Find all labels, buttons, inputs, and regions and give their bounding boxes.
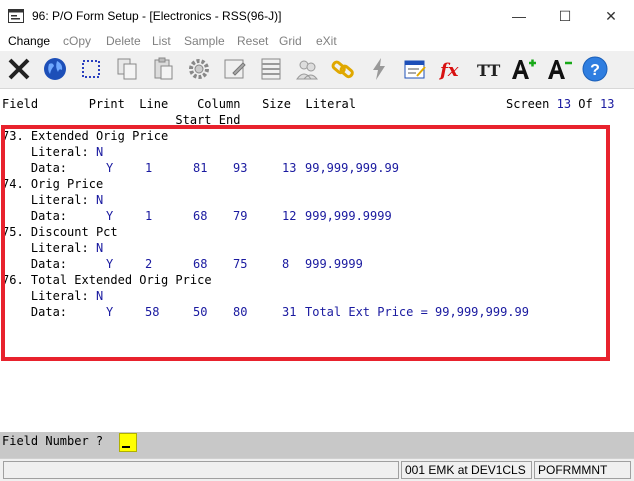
link-chain-icon (331, 60, 354, 79)
decrease-font-button[interactable] (543, 53, 575, 85)
window-title: 96: P/O Form Setup - [Electronics - RSS(… (32, 9, 282, 23)
function-button[interactable]: fx (435, 53, 467, 85)
font-size-icon: TT (477, 61, 500, 80)
globe-button[interactable] (39, 53, 71, 85)
prompt-label: Field Number ? (2, 434, 104, 448)
terminal-screen: Field Print Line Column Size Literal Scr… (0, 90, 634, 432)
link-button[interactable] (327, 53, 359, 85)
font-size-button[interactable]: TT (471, 53, 503, 85)
users-button[interactable] (291, 53, 323, 85)
menu-bar: Change cOpy Delete List Sample Reset Gri… (0, 32, 634, 51)
menu-exit[interactable]: eXit (316, 34, 337, 48)
menu-delete[interactable]: Delete (106, 34, 141, 48)
decrease-font-icon (548, 60, 572, 79)
toolbar: fx TT ? (0, 51, 634, 89)
function-fx-icon: fx (438, 60, 459, 81)
app-icon (8, 9, 24, 23)
close-x-icon (8, 58, 30, 80)
title-bar: 96: P/O Form Setup - [Electronics - RSS(… (0, 0, 634, 32)
increase-font-button[interactable] (507, 53, 539, 85)
status-user: 001 EMK at DEV1CLS (401, 461, 532, 479)
select-button[interactable] (75, 53, 107, 85)
minimize-button[interactable]: — (496, 0, 542, 32)
menu-sample[interactable]: Sample (184, 34, 225, 48)
close-x-button[interactable] (3, 53, 35, 85)
edit-form-icon (224, 59, 246, 79)
status-program: POFRMMNT (534, 461, 631, 479)
copy-docs-icon (117, 58, 137, 80)
svg-text:fx: fx (438, 60, 459, 81)
copy-button[interactable] (111, 53, 143, 85)
screen-total: 13 (599, 97, 615, 111)
svg-text:TT: TT (477, 61, 500, 80)
window-edit-icon (404, 60, 426, 79)
status-message (3, 461, 399, 479)
help-icon: ? (582, 56, 608, 82)
users-icon (296, 60, 319, 80)
globe-icon (44, 58, 66, 80)
screen-indicator: Screen 13 Of 13 (506, 97, 615, 111)
header-columns: Field Print Line Column Size Literal (2, 97, 357, 111)
list-grid-icon (261, 58, 281, 80)
list-grid-button[interactable] (255, 53, 287, 85)
prompt-bar: Field Number ? (0, 432, 634, 458)
text-cursor (122, 446, 130, 448)
settings-button[interactable] (183, 53, 215, 85)
window-edit-button[interactable] (399, 53, 431, 85)
menu-copy[interactable]: cOpy (63, 34, 91, 48)
settings-gear-icon (189, 59, 209, 79)
lightning-button[interactable] (363, 53, 395, 85)
select-dotted-icon (82, 60, 100, 78)
menu-grid[interactable]: Grid (279, 34, 302, 48)
field-number-input[interactable] (119, 433, 137, 452)
menu-list[interactable]: List (152, 34, 171, 48)
menu-change[interactable]: Change (8, 34, 50, 48)
edit-form-button[interactable] (219, 53, 251, 85)
help-button[interactable]: ? (579, 53, 611, 85)
paste-button[interactable] (147, 53, 179, 85)
close-button[interactable]: ✕ (588, 0, 634, 32)
highlight-annotation-box (1, 125, 610, 361)
status-bar: 001 EMK at DEV1CLS POFRMMNT (0, 458, 634, 481)
maximize-button[interactable]: ☐ (542, 0, 588, 32)
svg-text:?: ? (590, 62, 600, 79)
screen-number: 13 (556, 97, 572, 111)
lightning-icon (373, 58, 385, 80)
menu-reset[interactable]: Reset (237, 34, 268, 48)
increase-font-icon (512, 59, 536, 79)
paste-clipboard-icon (154, 57, 173, 80)
